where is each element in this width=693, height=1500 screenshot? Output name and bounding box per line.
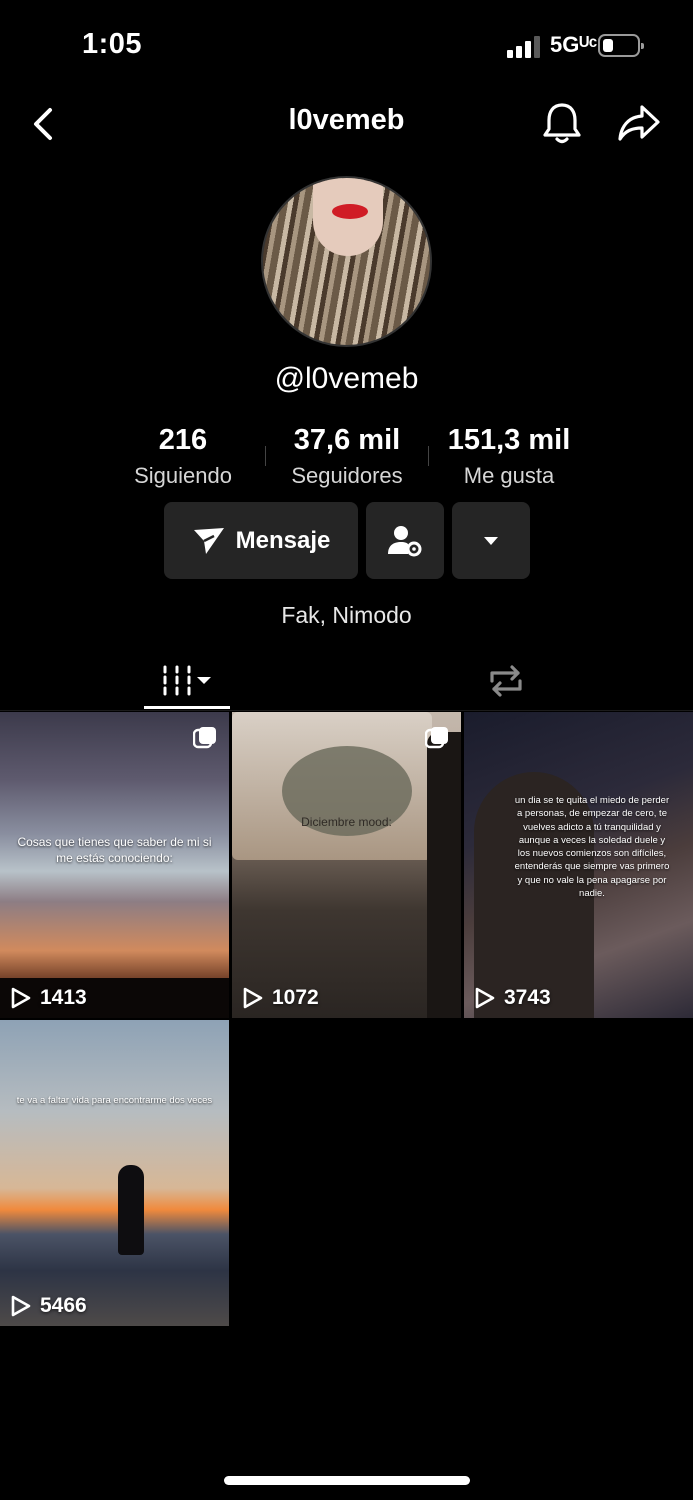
stat-likes-label: Me gusta — [463, 463, 555, 488]
send-icon — [193, 527, 224, 554]
video-thumbnail[interactable]: Cosas que tienes que saber de mi si me e… — [0, 712, 229, 1018]
stat-followers-label: Seguidores — [291, 463, 403, 488]
stat-followers-count: 37,6 mil — [293, 424, 401, 456]
battery-icon — [598, 34, 644, 57]
view-count-value: 1072 — [272, 986, 319, 1009]
photo-carousel-icon — [425, 727, 448, 749]
stat-followers[interactable]: 37,6 mil Seguidores — [277, 424, 417, 489]
stat-likes-count: 151,3 mil — [447, 424, 571, 456]
stat-divider — [428, 446, 429, 466]
video-caption: Diciembre mood: — [301, 815, 392, 829]
share-arrow-icon — [618, 105, 660, 141]
view-count-value: 3743 — [504, 986, 551, 1009]
play-icon — [11, 987, 31, 1009]
view-count: 5466 — [10, 1294, 87, 1318]
view-count: 1413 — [10, 986, 87, 1010]
view-count-value: 1413 — [40, 986, 87, 1009]
repost-icon — [490, 665, 522, 697]
avatar[interactable] — [261, 176, 432, 347]
friend-settings-button[interactable] — [366, 502, 444, 579]
view-count: 1072 — [242, 986, 319, 1010]
signal-icon — [507, 36, 541, 58]
play-icon — [475, 987, 495, 1009]
share-button[interactable] — [616, 102, 662, 144]
stat-following[interactable]: 216 Siguiendo — [113, 424, 253, 489]
stat-likes[interactable]: 151,3 mil Me gusta — [435, 424, 583, 489]
home-indicator[interactable] — [224, 1476, 470, 1485]
stat-divider — [265, 446, 266, 466]
photo-carousel-icon — [193, 727, 216, 749]
grid-icon — [163, 665, 211, 696]
tab-videos[interactable] — [144, 652, 230, 710]
video-thumbnail[interactable]: un dia se te quita el miedo de perder a … — [464, 712, 693, 1018]
video-thumbnail[interactable]: te va a faltar vida para encontrarme dos… — [0, 1020, 229, 1326]
user-gear-icon — [388, 525, 422, 556]
video-caption: Cosas que tienes que saber de mi si me e… — [17, 835, 212, 866]
profile-title: l0vemeb — [288, 104, 405, 136]
notifications-button[interactable] — [540, 100, 584, 146]
profile-handle: @l0vemeb — [274, 362, 419, 395]
status-time: 1:05 — [82, 28, 143, 60]
video-caption: un dia se te quita el miedo de perder a … — [514, 795, 670, 900]
stat-following-label: Siguiendo — [134, 463, 232, 488]
view-count: 3743 — [474, 986, 551, 1010]
profile-bio: Fak, Nimodo — [281, 602, 412, 628]
caret-down-icon — [484, 536, 498, 545]
video-thumbnail[interactable]: Diciembre mood: 1072 — [232, 712, 461, 1018]
tab-separator — [0, 710, 693, 711]
status-bar: 1:05 5Gᵁᶜ — [0, 0, 693, 92]
message-button-label: Mensaje — [235, 526, 331, 554]
network-type: 5Gᵁᶜ — [550, 32, 598, 57]
video-caption: te va a faltar vida para encontrarme dos… — [16, 1095, 213, 1106]
message-button[interactable]: Mensaje — [164, 502, 358, 579]
active-tab-indicator — [144, 706, 230, 709]
play-icon — [11, 1295, 31, 1317]
more-options-button[interactable] — [452, 502, 530, 579]
stat-following-count: 216 — [158, 424, 208, 456]
bell-icon — [543, 103, 581, 144]
tab-reposts[interactable] — [476, 652, 536, 710]
play-icon — [243, 987, 263, 1009]
view-count-value: 5466 — [40, 1294, 87, 1317]
